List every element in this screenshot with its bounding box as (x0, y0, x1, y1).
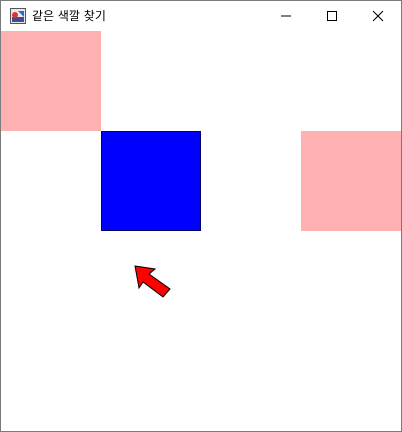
close-icon (372, 10, 384, 22)
color-tile[interactable] (301, 131, 401, 231)
close-button[interactable] (355, 1, 401, 31)
app-icon[interactable] (10, 8, 26, 24)
app-window: 같은 색깔 찾기 (0, 0, 402, 432)
window-title: 같은 색깔 찾기 (32, 9, 106, 23)
maximize-icon (327, 11, 337, 21)
game-board (1, 31, 401, 431)
minimize-icon (281, 15, 291, 17)
title-bar[interactable]: 같은 색깔 찾기 (1, 1, 401, 31)
maximize-button[interactable] (309, 1, 355, 31)
color-tile[interactable] (1, 31, 101, 131)
arrow-pointer-icon (134, 265, 171, 298)
minimize-button[interactable] (263, 1, 309, 31)
color-tile[interactable] (101, 131, 201, 231)
